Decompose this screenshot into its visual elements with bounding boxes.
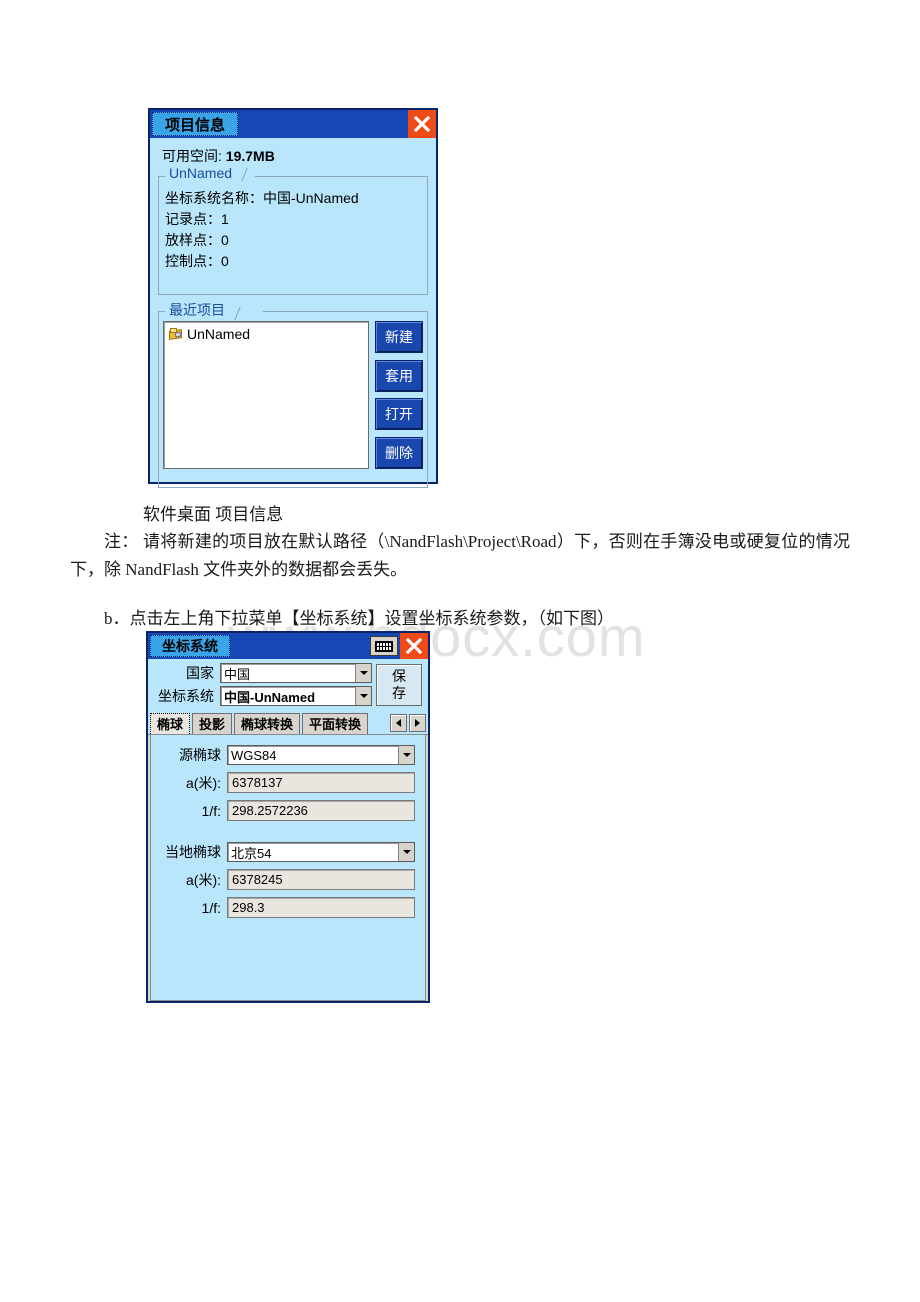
new-project-button[interactable]: 新建 (375, 321, 423, 353)
coordinate-system-select[interactable]: 中国-UnNamed (220, 686, 372, 706)
recent-projects-caption: 最近项目 (165, 300, 241, 320)
note-paragraph: 注： 请将新建的项目放在默认路径（\NandFlash\Project\Road… (70, 532, 850, 579)
local-invf-label: 1/f: (201, 899, 221, 916)
local-a-field[interactable]: 6378245 (227, 869, 415, 890)
local-ellipsoid-row: 当地椭球 北京54 (159, 842, 415, 862)
save-button[interactable]: 保 存 (376, 664, 422, 706)
chevron-down-icon[interactable] (355, 664, 371, 682)
project-groupbox-body: 坐标系统名称：中国-UnNamed 记录点：1 放样点：0 控制点：0 (159, 176, 427, 280)
coord-dialog-titlebar: 坐标系统 (148, 633, 428, 659)
chevron-down-icon[interactable] (355, 687, 371, 705)
info-line: 控制点：0 (165, 253, 229, 269)
ellipsoid-tab-page: 源椭球 WGS84 a(米): 6378137 1/f: 298.2572236… (150, 735, 426, 1001)
recent-projects-listbox[interactable]: UnNamed (163, 321, 369, 469)
apply-project-button[interactable]: 套用 (375, 359, 423, 392)
step-b-paragraph: b．点击左上角下拉菜单【坐标系统】设置坐标系统参数，（如下图） (104, 609, 614, 628)
project-groupbox: UnNamed 坐标系统名称：中国-UnNamed 记录点：1 放样点：0 控制… (158, 165, 428, 295)
local-ellipsoid-select[interactable]: 北京54 (227, 842, 415, 862)
local-a-row: a(米): 6378245 (159, 869, 415, 890)
chevron-down-icon[interactable] (398, 843, 414, 861)
recent-projects-button-column: 新建 套用 打开 删除 (375, 321, 423, 469)
project-dialog-title: 项目信息 (152, 112, 238, 136)
source-ellipsoid-value: WGS84 (231, 747, 277, 763)
local-a-label: a(米): (186, 871, 221, 888)
project-info-dialog: 项目信息 可用空间: 19.7MB UnNamed 坐标系统名称：中国-UnNa… (148, 108, 438, 488)
chevron-down-icon[interactable] (398, 746, 414, 764)
coord-dialog-title: 坐标系统 (150, 635, 230, 657)
tab-scroll-buttons (388, 713, 426, 732)
groupbox-topline-right (263, 311, 427, 312)
project-groupbox-caption: UnNamed (165, 165, 248, 181)
chevron-right-icon[interactable] (409, 713, 426, 732)
tab-projection[interactable]: 投影 (192, 713, 233, 734)
titlebar-spacer (238, 110, 408, 138)
source-invf-field[interactable]: 298.2572236 (227, 800, 415, 821)
keyboard-icon[interactable] (370, 636, 398, 656)
coordinate-system-row: 坐标系统 中国-UnNamed (152, 686, 372, 706)
source-ellipsoid-label: 源椭球 (179, 747, 221, 763)
info-line: 记录点：1 (165, 211, 229, 227)
titlebar-spacer (230, 633, 370, 659)
info-line: 放样点：0 (165, 232, 229, 248)
free-space-value: 19.7MB (225, 148, 275, 164)
project-file-icon (169, 328, 183, 340)
open-project-button[interactable]: 打开 (375, 398, 423, 431)
local-ellipsoid-value: 北京54 (231, 845, 272, 861)
coordinate-system-dialog: 坐标系统 国家 中国 坐标系统 中国-UnNamed 保 存 椭球 投影 椭球转… (146, 631, 430, 1003)
recent-projects-content: UnNamed 新建 套用 打开 删除 (159, 311, 427, 475)
list-item-label: UnNamed (187, 326, 251, 342)
country-label: 国家 (186, 665, 214, 681)
recent-projects-groupbox: 最近项目 UnNamed 新建 套用 打开 删除 (158, 300, 428, 488)
caption-slash-decoration (224, 307, 241, 320)
source-ellipsoid-row: 源椭球 WGS84 (159, 745, 415, 765)
free-space-row: 可用空间: 19.7MB (162, 146, 428, 166)
source-a-label: a(米): (186, 774, 221, 791)
groupbox-topline-right (255, 176, 427, 177)
figure-caption: 软件桌面 项目信息 (143, 505, 284, 524)
recent-projects-caption-text: 最近项目 (169, 302, 225, 318)
project-groupbox-caption-text: UnNamed (169, 165, 233, 181)
tab-plane-transform[interactable]: 平面转换 (302, 713, 369, 734)
country-select[interactable]: 中国 (220, 663, 372, 683)
list-item[interactable]: UnNamed (167, 325, 365, 343)
local-invf-field[interactable]: 298.3 (227, 897, 415, 918)
save-button-line1: 保 (392, 668, 406, 684)
free-space-label: 可用空间: (162, 148, 222, 164)
source-invf-label: 1/f: (201, 802, 221, 819)
tab-ellipsoid-transform[interactable]: 椭球转换 (234, 713, 301, 734)
delete-project-button[interactable]: 删除 (375, 436, 423, 469)
project-dialog-body: 可用空间: 19.7MB UnNamed 坐标系统名称：中国-UnNamed 记… (150, 138, 436, 496)
country-row: 国家 中国 (152, 663, 372, 683)
save-button-line2: 存 (392, 685, 406, 701)
country-value: 中国 (224, 666, 251, 682)
close-icon[interactable] (400, 633, 428, 659)
source-invf-row: 1/f: 298.2572236 (159, 800, 415, 821)
info-line: 坐标系统名称：中国-UnNamed (165, 190, 359, 206)
caption-slash-decoration (231, 168, 248, 181)
chevron-left-icon[interactable] (390, 713, 407, 732)
coord-select-fields: 国家 中国 坐标系统 中国-UnNamed (152, 663, 372, 709)
close-icon[interactable] (408, 110, 436, 138)
coordinate-system-label: 坐标系统 (158, 688, 214, 704)
tab-ellipsoid[interactable]: 椭球 (150, 713, 191, 734)
source-ellipsoid-select[interactable]: WGS84 (227, 745, 415, 765)
coord-tabstrip: 椭球 投影 椭球转换 平面转换 (148, 711, 428, 735)
source-a-field[interactable]: 6378137 (227, 772, 415, 793)
local-ellipsoid-label: 当地椭球 (165, 844, 221, 860)
coordinate-system-value: 中国-UnNamed (224, 689, 316, 705)
coord-top-section: 国家 中国 坐标系统 中国-UnNamed 保 存 (148, 659, 428, 711)
local-invf-row: 1/f: 298.3 (159, 897, 415, 918)
project-dialog-titlebar: 项目信息 (150, 110, 436, 138)
source-a-row: a(米): 6378137 (159, 772, 415, 793)
